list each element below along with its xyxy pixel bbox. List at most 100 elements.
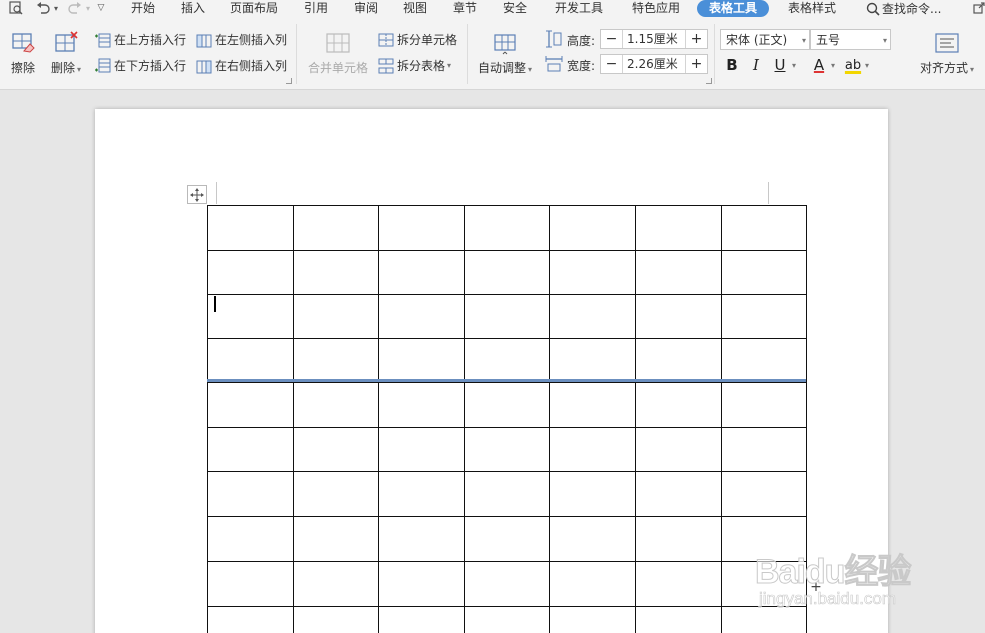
table-cell[interactable] [464,338,550,383]
font-color-dropdown-icon[interactable]: ▾ [828,56,838,74]
highlight-button[interactable]: ab [844,56,862,74]
menu-review[interactable]: 审阅 [354,0,378,17]
height-increase-button[interactable]: + [685,30,707,48]
rows-cols-dialog-launcher[interactable] [286,78,292,84]
table-cell[interactable] [207,561,294,607]
insert-col-left-button[interactable]: 在左侧插入列 [196,31,287,48]
menu-security[interactable]: 安全 [503,0,527,17]
table-cell[interactable] [378,427,465,472]
delete-button[interactable]: 删除 ▾ [51,30,81,76]
width-value[interactable]: 2.26厘米 [623,55,685,73]
table-cell[interactable] [464,205,550,251]
table-cell[interactable] [293,471,379,517]
table-cell[interactable] [207,516,294,562]
table-cell[interactable] [293,561,379,607]
table-cell[interactable] [207,250,294,295]
table-cell[interactable] [721,250,807,295]
table-cell[interactable] [207,471,294,517]
table-cell[interactable] [721,294,807,339]
menu-view[interactable]: 视图 [403,0,427,17]
table-cell[interactable] [293,382,379,428]
table-cell[interactable] [293,205,379,251]
table-cell[interactable] [549,471,636,517]
menu-references[interactable]: 引用 [304,0,328,17]
table-cell[interactable] [464,561,550,607]
table-cell[interactable] [207,205,294,251]
table-cell[interactable] [378,561,465,607]
quick-access-dropdown-icon[interactable]: ▽ [96,1,106,15]
table-cell[interactable] [549,294,636,339]
table-cell[interactable] [207,606,294,633]
table-cell[interactable] [378,338,465,383]
menu-insert[interactable]: 插入 [181,0,205,17]
table-cell[interactable] [549,606,636,633]
table-cell[interactable] [293,338,379,383]
table-cell[interactable] [207,382,294,428]
split-table-button[interactable]: 拆分表格 ▾ [378,57,451,74]
insert-row-above-button[interactable]: 在上方插入行 [95,31,186,48]
menu-home[interactable]: 开始 [131,0,155,17]
width-spinner[interactable]: − 2.26厘米 + [600,54,708,74]
table-cell[interactable] [721,427,807,472]
autofit-button[interactable]: 自动调整 ▾ [478,30,532,76]
table-cell[interactable] [378,250,465,295]
italic-button[interactable]: I [749,56,763,74]
underline-dropdown-icon[interactable]: ▾ [789,56,799,74]
table-cell[interactable] [635,427,722,472]
table-cell[interactable] [721,382,807,428]
table-cell[interactable] [464,250,550,295]
bold-button[interactable]: B [724,56,740,74]
table-cell[interactable] [378,471,465,517]
table-cell[interactable] [549,516,636,562]
height-spinner[interactable]: − 1.15厘米 + [600,29,708,49]
table-cell[interactable] [721,471,807,517]
table-cell[interactable] [293,606,379,633]
table-cell[interactable] [549,427,636,472]
table-cell[interactable] [549,561,636,607]
table-cell[interactable] [293,427,379,472]
menu-developer[interactable]: 开发工具 [555,0,603,17]
height-decrease-button[interactable]: − [601,30,623,48]
menu-table-tools[interactable]: 表格工具 [697,0,770,17]
table-cell[interactable] [635,561,722,607]
table-cell[interactable] [464,606,550,633]
table-cell[interactable] [635,250,722,295]
table-cell[interactable] [635,338,722,383]
table-cell[interactable] [549,338,636,383]
document-table[interactable] [207,205,807,633]
table-cell[interactable] [549,250,636,295]
cell-size-dialog-launcher[interactable] [706,78,712,84]
table-cell[interactable] [464,427,550,472]
font-name-select[interactable]: 宋体 (正文) ▾ [720,29,810,50]
table-cell[interactable] [464,471,550,517]
table-cell[interactable] [378,294,465,339]
table-cell[interactable] [207,427,294,472]
undo-dropdown-icon[interactable]: ▾ [52,1,60,15]
font-color-button[interactable]: A [811,56,827,74]
table-cell[interactable] [378,606,465,633]
table-cell[interactable] [293,516,379,562]
table-cell[interactable] [635,471,722,517]
table-cell[interactable] [635,606,722,633]
share-icon[interactable] [972,1,985,15]
print-preview-icon[interactable] [8,1,24,15]
insert-col-right-button[interactable]: 在右侧插入列 [196,57,287,74]
table-cell[interactable] [635,294,722,339]
table-cell[interactable] [378,205,465,251]
erase-button[interactable]: 擦除 [10,30,36,76]
table-cell[interactable] [378,516,465,562]
menu-chapter[interactable]: 章节 [453,0,477,17]
menu-table-style[interactable]: 表格样式 [788,0,836,17]
align-button[interactable]: 对齐方式 ▾ [920,30,974,76]
table-cell[interactable] [635,516,722,562]
menu-page-layout[interactable]: 页面布局 [230,0,278,17]
height-value[interactable]: 1.15厘米 [623,30,685,48]
width-increase-button[interactable]: + [685,55,707,73]
table-cell[interactable] [207,338,294,383]
table-cell[interactable] [549,382,636,428]
split-cells-button[interactable]: 拆分单元格 [378,31,457,48]
table-cell[interactable] [378,382,465,428]
command-search[interactable]: 查找命令... [866,0,941,17]
table-cell[interactable] [721,205,807,251]
table-cell[interactable] [464,516,550,562]
